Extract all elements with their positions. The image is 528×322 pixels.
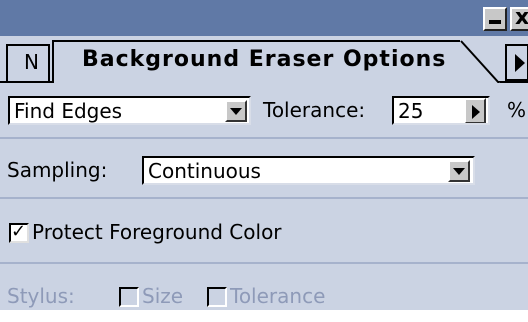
tab-row: N Background Eraser Options xyxy=(0,36,528,83)
sampling-row: Sampling: Continuous xyxy=(0,139,528,197)
sampling-value: Continuous xyxy=(148,159,261,183)
stylus-tolerance-checkbox[interactable] xyxy=(207,287,227,307)
sampling-dropdown[interactable]: Continuous xyxy=(142,156,475,185)
palette-title-bar[interactable]: x xyxy=(0,0,528,36)
limits-value: Find Edges xyxy=(14,99,123,123)
protect-foreground-checkbox[interactable]: ✓ xyxy=(9,221,29,243)
sampling-label: Sampling: xyxy=(7,158,108,182)
close-button[interactable]: x xyxy=(510,7,528,31)
tab-slant xyxy=(460,40,500,83)
stylus-size-checkbox[interactable] xyxy=(119,287,139,307)
minimize-button[interactable] xyxy=(483,7,507,31)
chevron-down-icon[interactable] xyxy=(448,160,470,182)
stylus-tolerance-label: Tolerance xyxy=(230,284,326,308)
protect-row: ✓ Protect Foreground Color xyxy=(0,199,528,262)
stylus-row: Stylus: Size Tolerance xyxy=(0,264,528,310)
stylus-label: Stylus: xyxy=(7,284,75,308)
checkmark-icon: ✓ xyxy=(11,221,27,242)
protect-foreground-label: Protect Foreground Color xyxy=(32,220,282,244)
tolerance-unit: % xyxy=(507,98,527,122)
close-icon: x xyxy=(515,5,528,30)
options-palette: x N Background Eraser Options Find Edges… xyxy=(0,0,528,310)
chevron-down-icon[interactable] xyxy=(225,100,247,122)
tolerance-value: 25 xyxy=(398,99,424,123)
tolerance-input[interactable]: 25 xyxy=(392,96,490,125)
limits-dropdown[interactable]: Find Edges xyxy=(8,96,251,125)
tab-background-eraser-options[interactable]: Background Eraser Options xyxy=(52,40,500,83)
tolerance-label: Tolerance: xyxy=(263,98,366,122)
tab-navigator[interactable]: N xyxy=(6,44,50,81)
stylus-size-label: Size xyxy=(142,284,184,308)
tolerance-slider-arrow-icon[interactable] xyxy=(464,98,486,123)
limits-row: Find Edges Tolerance: 25 % xyxy=(0,83,528,137)
tab-navigator-label: N xyxy=(24,50,39,74)
tab-title: Background Eraser Options xyxy=(82,47,447,72)
tab-scroll-right-icon[interactable] xyxy=(505,44,528,81)
